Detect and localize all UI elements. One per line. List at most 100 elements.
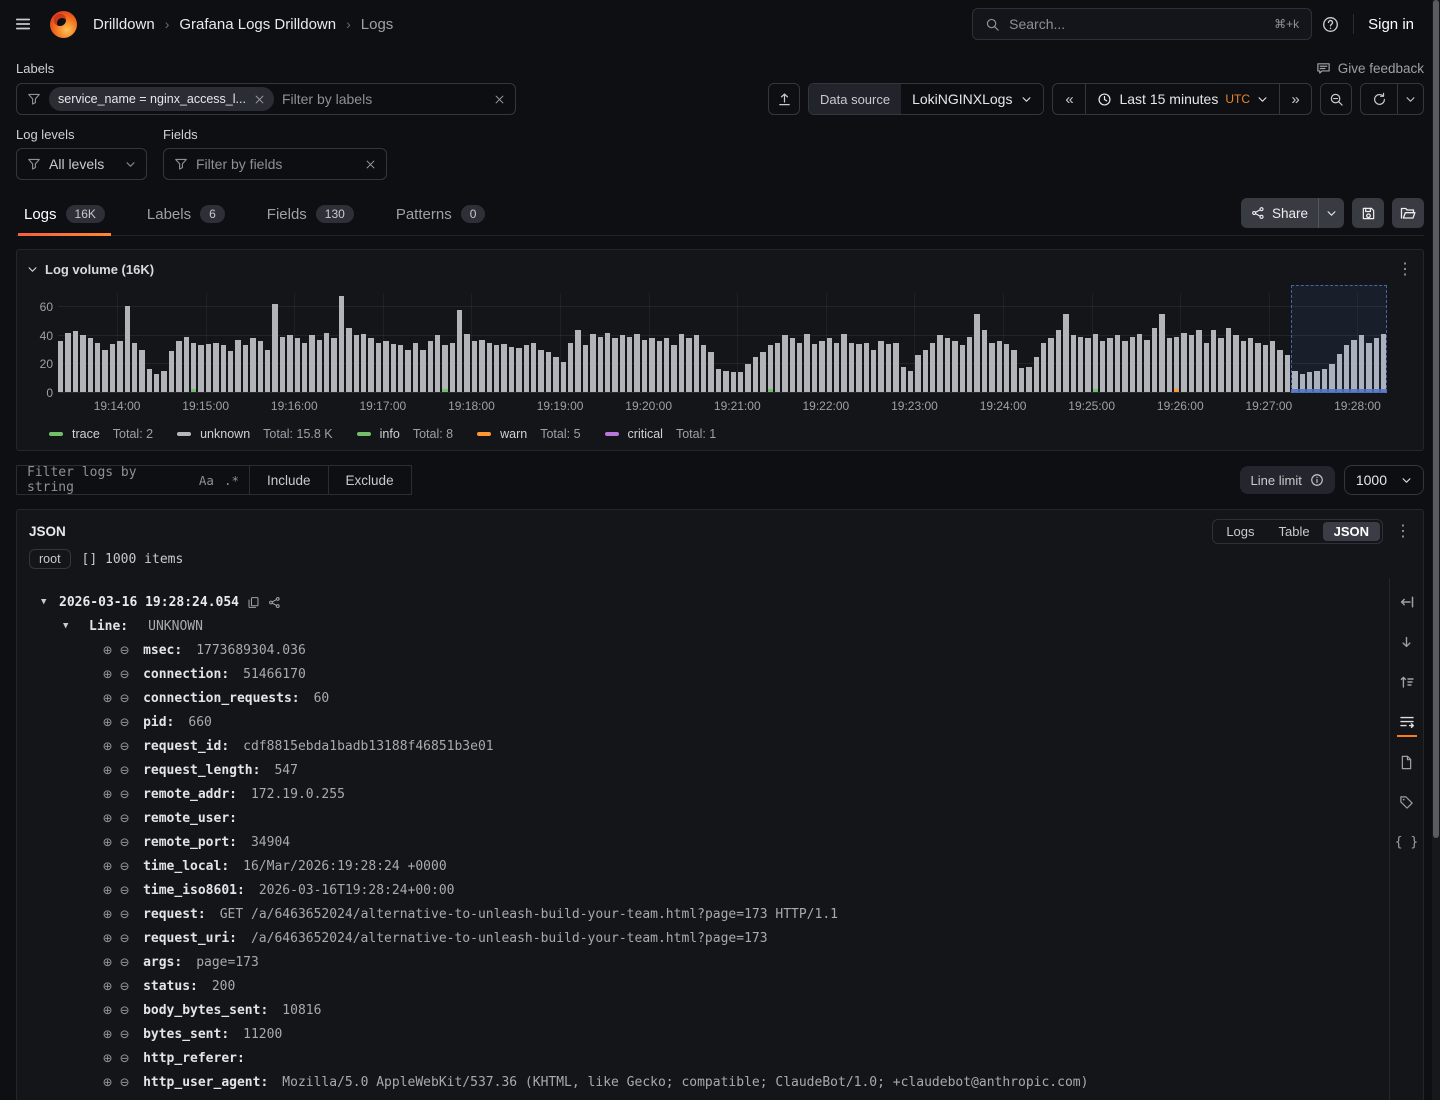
volume-bar[interactable] xyxy=(871,350,876,392)
volume-bar[interactable] xyxy=(731,372,736,392)
volume-bar[interactable] xyxy=(834,343,839,393)
volume-bar[interactable] xyxy=(634,334,639,392)
give-feedback-link[interactable]: Give feedback xyxy=(1316,61,1424,76)
volume-bar[interactable] xyxy=(974,314,979,392)
search-input[interactable]: Search... ⌘+k xyxy=(972,8,1312,40)
volume-bar[interactable] xyxy=(531,343,536,393)
breadcrumb-item[interactable]: Drilldown xyxy=(93,16,155,33)
volume-bar[interactable] xyxy=(1159,314,1164,392)
json-key[interactable]: time_iso8601: xyxy=(143,883,245,898)
volume-bar[interactable] xyxy=(413,343,418,393)
volume-bar[interactable] xyxy=(88,338,93,392)
chip-remove-icon[interactable] xyxy=(254,94,265,105)
filter-out-value-icon[interactable]: ⊖ xyxy=(120,787,129,802)
collapse-triangle-icon[interactable]: ▼ xyxy=(63,621,73,631)
filter-for-value-icon[interactable]: ⊕ xyxy=(103,811,112,826)
volume-bar[interactable] xyxy=(501,344,506,392)
time-shift-back-button[interactable]: « xyxy=(1053,84,1085,114)
view-option-logs[interactable]: Logs xyxy=(1215,522,1265,541)
log-volume-chart[interactable]: 0204060 xyxy=(58,293,1387,393)
legend-series-name[interactable]: info xyxy=(380,427,400,441)
volume-bar[interactable] xyxy=(923,350,928,392)
volume-bar[interactable] xyxy=(1233,335,1238,392)
filter-for-value-icon[interactable]: ⊕ xyxy=(103,739,112,754)
filter-for-value-icon[interactable]: ⊕ xyxy=(103,931,112,946)
volume-bar[interactable] xyxy=(760,352,765,392)
filter-out-value-icon[interactable]: ⊖ xyxy=(120,1003,129,1018)
volume-bar[interactable] xyxy=(878,341,883,392)
filter-for-value-icon[interactable]: ⊕ xyxy=(103,835,112,850)
time-shift-forward-button[interactable]: » xyxy=(1279,84,1311,114)
fields-filter-input[interactable]: Filter by fields xyxy=(163,148,387,180)
volume-bar[interactable] xyxy=(368,338,373,392)
tab-fields[interactable]: Fields130 xyxy=(261,199,360,235)
volume-bar[interactable] xyxy=(553,357,558,392)
volume-bar[interactable] xyxy=(65,333,70,392)
filter-out-value-icon[interactable]: ⊖ xyxy=(120,715,129,730)
json-key[interactable]: msec: xyxy=(143,643,182,658)
volume-bar[interactable] xyxy=(1048,338,1053,392)
volume-bar[interactable] xyxy=(191,343,196,393)
exclude-button[interactable]: Exclude xyxy=(329,465,412,495)
volume-bar[interactable] xyxy=(649,338,654,392)
sort-oldest-first-icon[interactable] xyxy=(1397,674,1417,690)
volume-bar[interactable] xyxy=(1218,338,1223,392)
volume-bar[interactable] xyxy=(583,345,588,392)
filter-out-value-icon[interactable]: ⊖ xyxy=(120,763,129,778)
json-key[interactable]: remote_port: xyxy=(143,835,237,850)
time-range-picker[interactable]: Last 15 minutes UTC xyxy=(1085,84,1279,114)
time-selection-region[interactable] xyxy=(1291,285,1387,393)
regex-toggle[interactable]: .* xyxy=(224,473,239,488)
tab-patterns[interactable]: Patterns0 xyxy=(390,199,492,235)
filter-out-value-icon[interactable]: ⊖ xyxy=(120,1075,129,1090)
volume-bar[interactable] xyxy=(620,335,625,392)
volume-bar[interactable] xyxy=(331,338,336,392)
volume-bar[interactable] xyxy=(324,333,329,392)
volume-bar[interactable] xyxy=(1196,330,1201,392)
volume-bar[interactable] xyxy=(642,340,647,392)
volume-bar[interactable] xyxy=(169,351,174,392)
volume-bar[interactable] xyxy=(1270,341,1275,392)
volume-bar[interactable] xyxy=(701,345,706,392)
volume-bar[interactable] xyxy=(768,345,773,392)
volume-bar[interactable] xyxy=(1107,338,1112,392)
log-levels-select[interactable]: All levels xyxy=(16,148,147,180)
volume-bar[interactable] xyxy=(819,341,824,392)
volume-bar[interactable] xyxy=(1034,357,1039,392)
volume-bar[interactable] xyxy=(1204,343,1209,393)
filter-for-value-icon[interactable]: ⊕ xyxy=(103,883,112,898)
volume-bar[interactable] xyxy=(1063,314,1068,392)
volume-bar[interactable] xyxy=(952,341,957,392)
volume-bar[interactable] xyxy=(723,371,728,392)
volume-bar[interactable] xyxy=(598,337,603,392)
volume-bar[interactable] xyxy=(1263,345,1268,392)
volume-bar[interactable] xyxy=(58,341,63,392)
share-dropdown-button[interactable] xyxy=(1318,198,1344,228)
volume-bar[interactable] xyxy=(73,331,78,392)
volume-bar[interactable] xyxy=(812,344,817,392)
volume-bar[interactable] xyxy=(339,296,344,392)
volume-bar[interactable] xyxy=(849,343,854,393)
json-key[interactable]: remote_user: xyxy=(143,811,237,826)
volume-bar[interactable] xyxy=(516,348,521,392)
copy-icon[interactable] xyxy=(247,596,260,609)
labels-filter-input[interactable]: service_name = nginx_access_l... Filter … xyxy=(16,83,516,115)
volume-bar[interactable] xyxy=(930,343,935,393)
volume-bar[interactable] xyxy=(1277,350,1282,392)
volume-bar[interactable] xyxy=(1255,343,1260,393)
volume-bar[interactable] xyxy=(1144,340,1149,392)
labels-clear-icon[interactable] xyxy=(494,94,505,105)
volume-bar[interactable] xyxy=(908,371,913,392)
filter-for-value-icon[interactable]: ⊕ xyxy=(103,1003,112,1018)
case-sensitive-toggle[interactable]: Aa xyxy=(199,473,214,488)
volume-bar[interactable] xyxy=(561,362,566,392)
volume-bar[interactable] xyxy=(856,344,861,392)
volume-bar[interactable] xyxy=(243,345,248,392)
volume-bar[interactable] xyxy=(509,347,514,392)
line-limit-select[interactable]: 1000 xyxy=(1344,465,1424,495)
volume-bar[interactable] xyxy=(671,345,676,392)
filter-out-value-icon[interactable]: ⊖ xyxy=(120,835,129,850)
volume-bar[interactable] xyxy=(487,343,492,393)
volume-bar[interactable] xyxy=(383,341,388,392)
volume-bar[interactable] xyxy=(198,345,203,392)
